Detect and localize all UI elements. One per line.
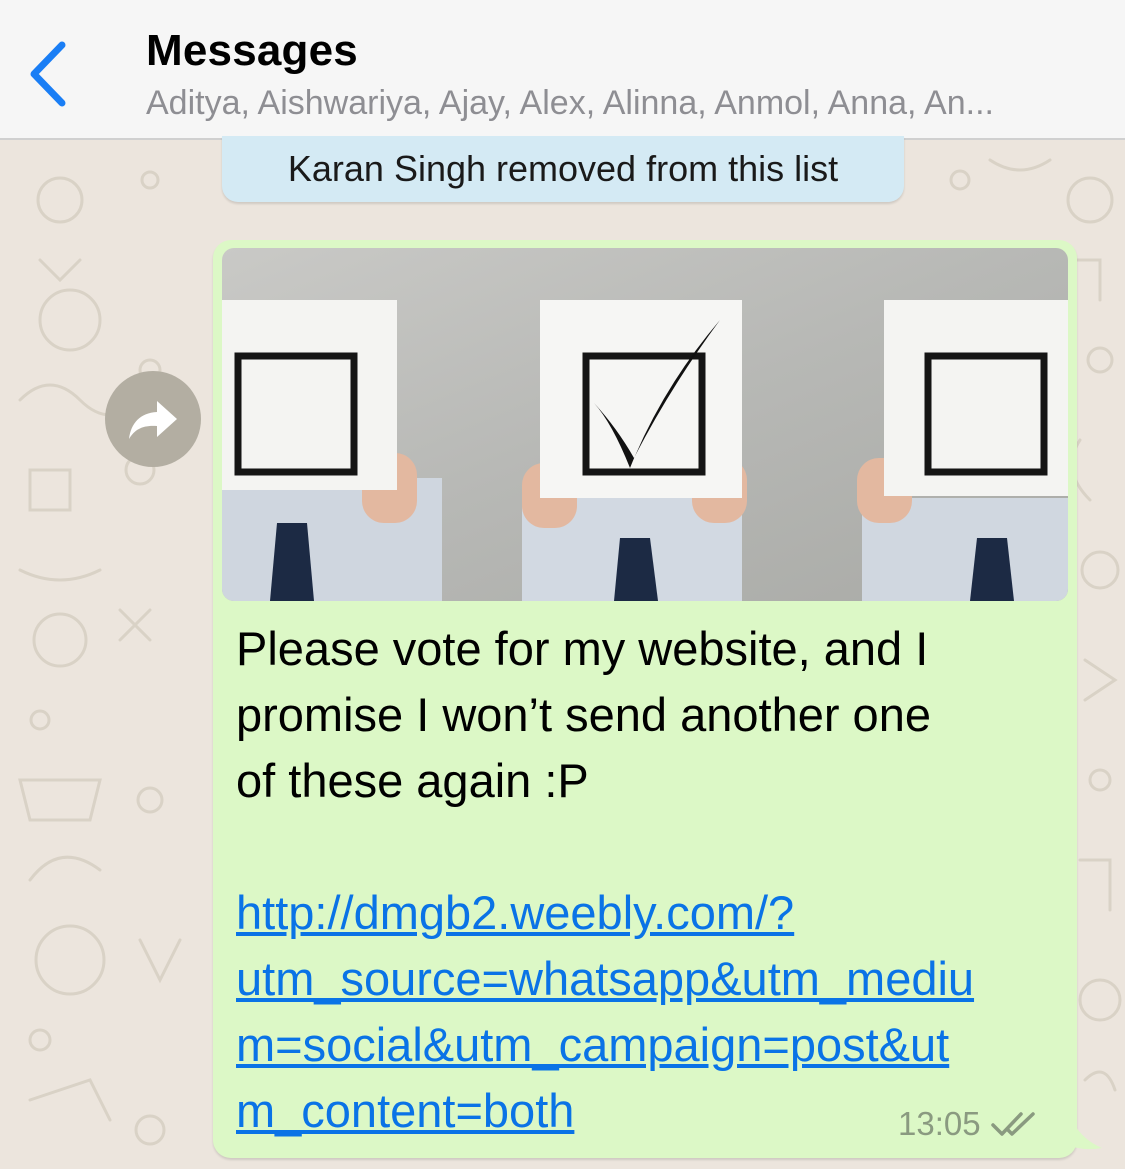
recipient-list[interactable]: Aditya, Aishwariya, Ajay, Alex, Alinna, … xyxy=(146,84,1106,123)
message-line: of these again :P xyxy=(236,754,589,807)
message-line: Please vote for my website, and I xyxy=(236,622,929,675)
page-title: Messages xyxy=(146,26,358,75)
message-image[interactable] xyxy=(222,248,1068,601)
navigation-bar: Messages Aditya, Aishwariya, Ajay, Alex,… xyxy=(0,0,1125,140)
message-meta: 13:05 xyxy=(898,1104,1037,1144)
message-line: promise I won’t send another one xyxy=(236,688,931,741)
forward-arrow-icon xyxy=(129,401,177,439)
back-button[interactable] xyxy=(18,38,78,110)
system-notice: Karan Singh removed from this list xyxy=(222,136,904,202)
link-line[interactable]: http://dmgb2.weebly.com/? xyxy=(236,880,1056,946)
link-line[interactable]: utm_source=whatsapp&utm_mediu xyxy=(236,946,1056,1012)
message-text: Please vote for my website, and I promis… xyxy=(236,616,1056,814)
link-line[interactable]: m=social&utm_campaign=post&ut xyxy=(236,1012,1056,1078)
message-time: 13:05 xyxy=(898,1105,981,1142)
bubble-tail xyxy=(1060,1112,1102,1150)
forward-button[interactable] xyxy=(105,371,201,467)
voting-photo xyxy=(222,248,1068,601)
double-check-icon xyxy=(990,1112,1035,1136)
chevron-left-icon xyxy=(30,41,66,107)
